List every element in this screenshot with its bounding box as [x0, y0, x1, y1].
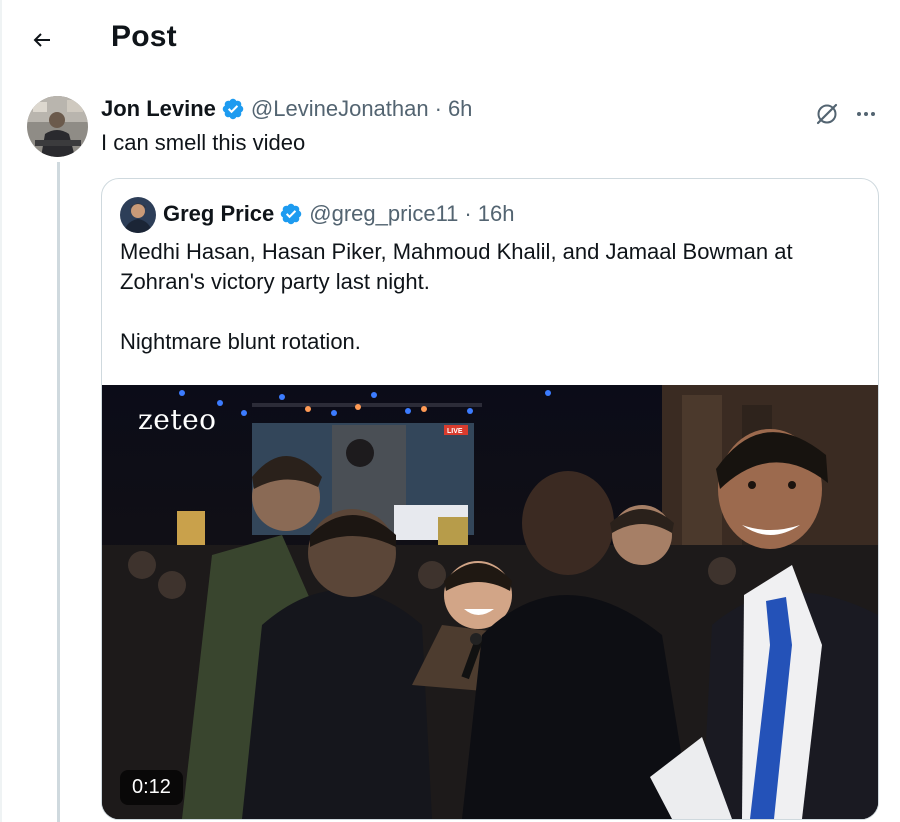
quote-text-paragraph: Medhi Hasan, Hasan Piker, Mahmoud Khalil…: [120, 239, 793, 294]
header: Post: [0, 0, 900, 78]
separator-dot: ·: [464, 201, 472, 226]
page-title: Post: [111, 20, 177, 53]
live-badge: LIVE: [447, 428, 463, 435]
quoted-tweet[interactable]: Greg Price @greg_price11 · 16h Medhi Has…: [101, 178, 879, 820]
grok-icon: [816, 103, 838, 125]
tweet-text: I can smell this video: [101, 130, 306, 155]
thread-line: [57, 162, 60, 822]
quote-author-name[interactable]: Greg Price: [163, 201, 274, 227]
quote-time[interactable]: 16h: [478, 201, 515, 227]
back-button[interactable]: [24, 22, 60, 58]
quote-text-paragraph: Nightmare blunt rotation.: [120, 329, 361, 354]
author-handle[interactable]: @LevineJonathan: [251, 96, 429, 122]
tweet-time[interactable]: 6h: [448, 96, 472, 122]
quote-text: Medhi Hasan, Hasan Piker, Mahmoud Khalil…: [120, 237, 860, 357]
page-left-border: [0, 0, 2, 822]
video-frame: LIVE: [102, 385, 878, 819]
video-watermark: zeteo: [138, 403, 217, 436]
arrow-left-icon: [33, 33, 50, 47]
video-player[interactable]: LIVE zeteo 0:12: [102, 385, 878, 819]
avatar[interactable]: [27, 96, 88, 157]
quote-author-row: Greg Price @greg_price11 · 16h: [163, 201, 514, 227]
verified-badge-icon: [281, 203, 302, 225]
quote-author-handle[interactable]: @greg_price11: [309, 201, 458, 227]
more-button[interactable]: [850, 98, 882, 130]
more-horizontal-icon: [857, 112, 875, 116]
author-name[interactable]: Jon Levine: [101, 96, 216, 122]
tweet-author-row: Jon Levine @LevineJonathan · 6h: [101, 96, 472, 122]
grok-button[interactable]: [811, 98, 843, 130]
verified-badge-icon: [222, 98, 244, 120]
video-duration: 0:12: [120, 770, 183, 805]
separator-dot: ·: [434, 96, 442, 121]
quote-avatar[interactable]: [120, 197, 156, 233]
